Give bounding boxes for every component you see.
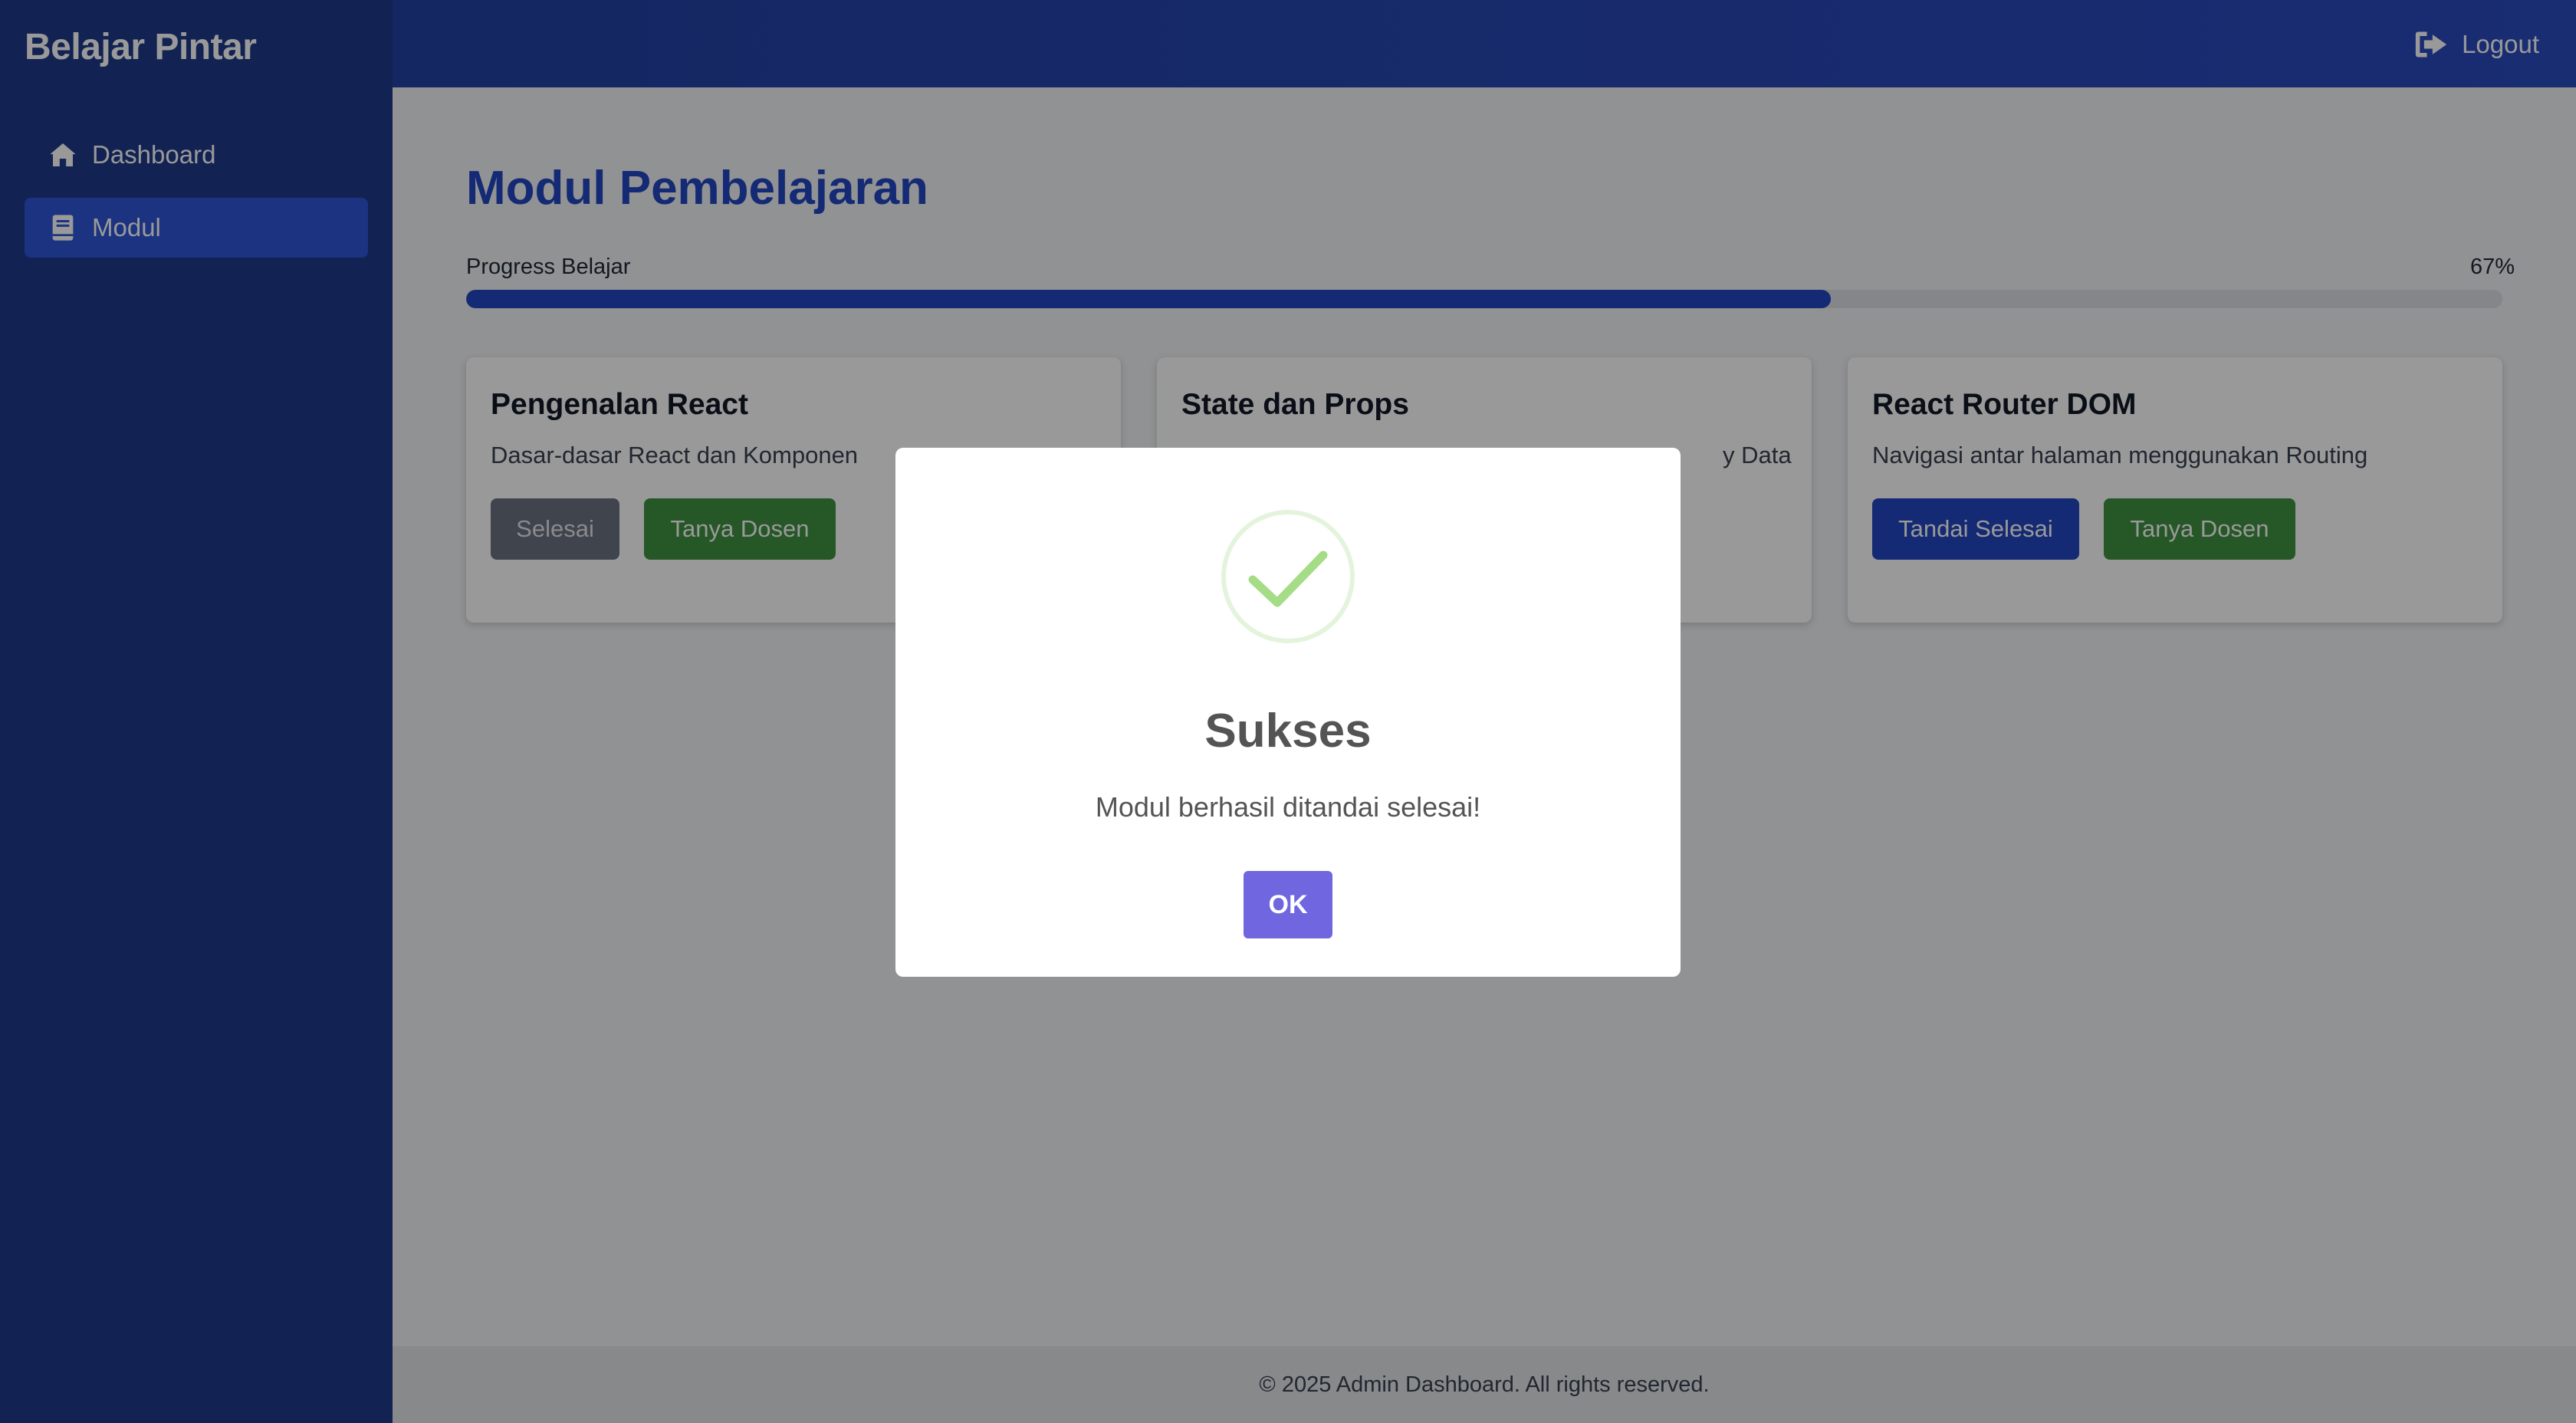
dialog-title: Sukses — [1204, 705, 1372, 758]
modal-backdrop[interactable]: Sukses Modul berhasil ditandai selesai! … — [0, 0, 2576, 1423]
ok-button[interactable]: OK — [1244, 871, 1332, 938]
success-dialog: Sukses Modul berhasil ditandai selesai! … — [895, 448, 1681, 977]
dialog-message: Modul berhasil ditandai selesai! — [1095, 791, 1481, 823]
checkmark-icon — [1221, 510, 1355, 643]
app-root: Belajar Pintar Dashboard Modul Logout Mo… — [0, 0, 2576, 1423]
